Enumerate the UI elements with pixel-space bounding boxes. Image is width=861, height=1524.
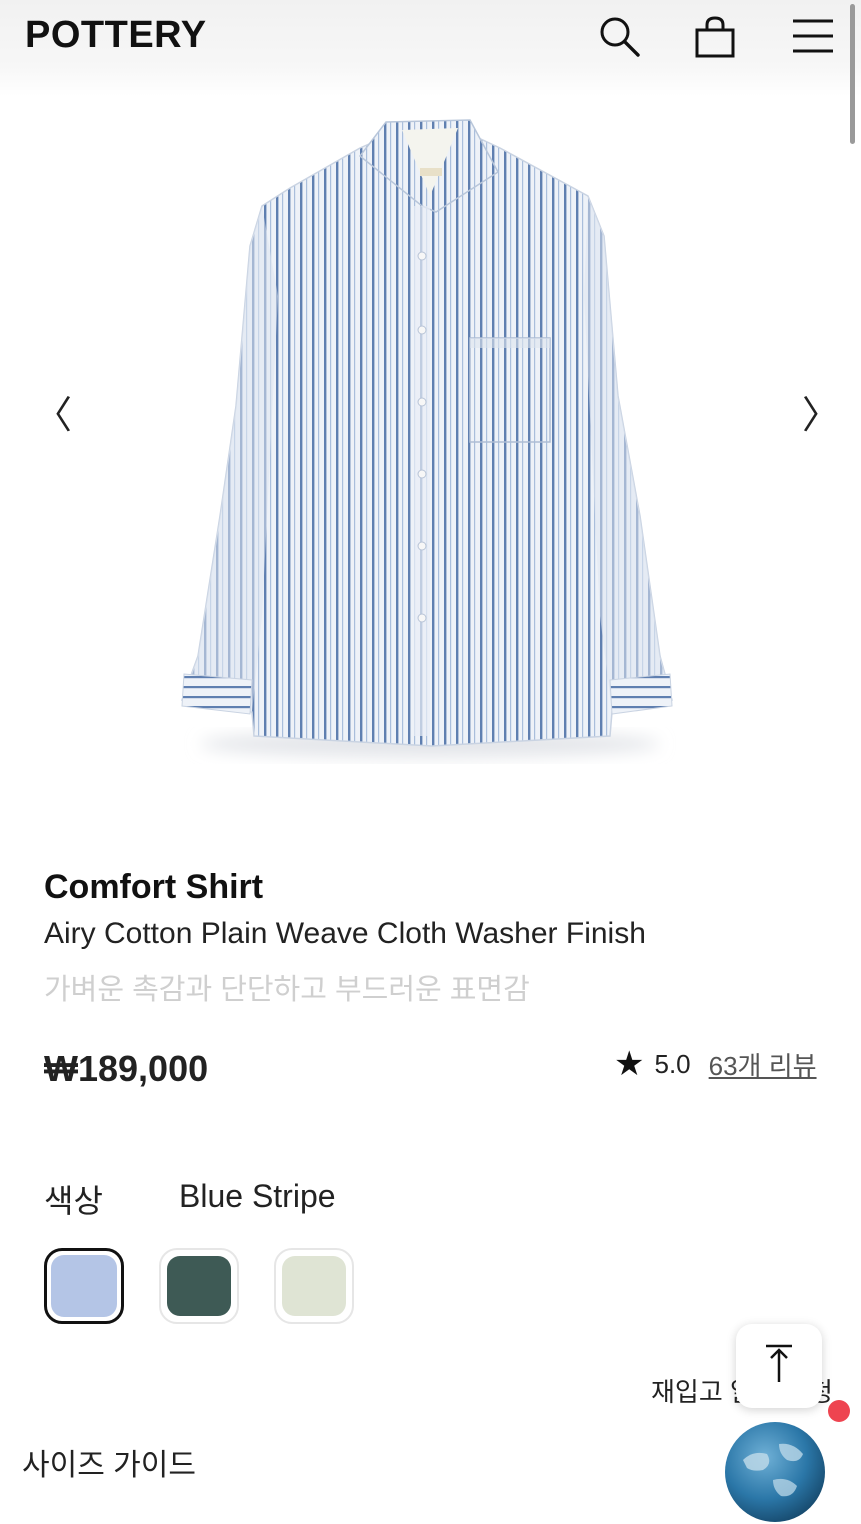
star-icon: ★ [614,1044,645,1084]
product-title: Comfort Shirt [44,868,264,906]
product-price: ₩189,000 [44,1048,209,1089]
notification-dot [828,1400,850,1422]
product-image-carousel: 〈 〉 [0,96,861,786]
color-label: 색상 [44,1183,103,1219]
reviews-link[interactable]: 63개 리뷰 [709,1046,817,1083]
scroll-to-top-button[interactable] [736,1324,822,1408]
rating-score: 5.0 [654,1048,691,1079]
product-description: 가벼운 촉감과 단단하고 부드러운 표면감 [44,974,530,1006]
shopping-bag-icon[interactable] [692,14,738,60]
size-guide-link[interactable]: 사이즈 가이드 [22,1440,196,1484]
selected-color-name: Blue Stripe [179,1178,336,1214]
brand-logo[interactable]: POTTERY [25,14,207,57]
top-header: POTTERY [0,0,861,96]
globe-chat-icon[interactable] [723,1420,827,1524]
color-swatch-dark-green[interactable] [159,1248,239,1324]
menu-icon[interactable] [790,14,836,60]
product-subtitle: Airy Cotton Plain Weave Cloth Washer Fin… [44,917,646,950]
rating-summary: ★ 5.0 63개 리뷰 [614,1044,817,1084]
color-swatch-light-sage[interactable] [274,1248,354,1324]
product-image [180,119,673,758]
arrow-up-icon [766,1344,792,1382]
color-swatch-blue-stripe[interactable] [44,1248,124,1324]
search-icon[interactable] [596,14,642,60]
